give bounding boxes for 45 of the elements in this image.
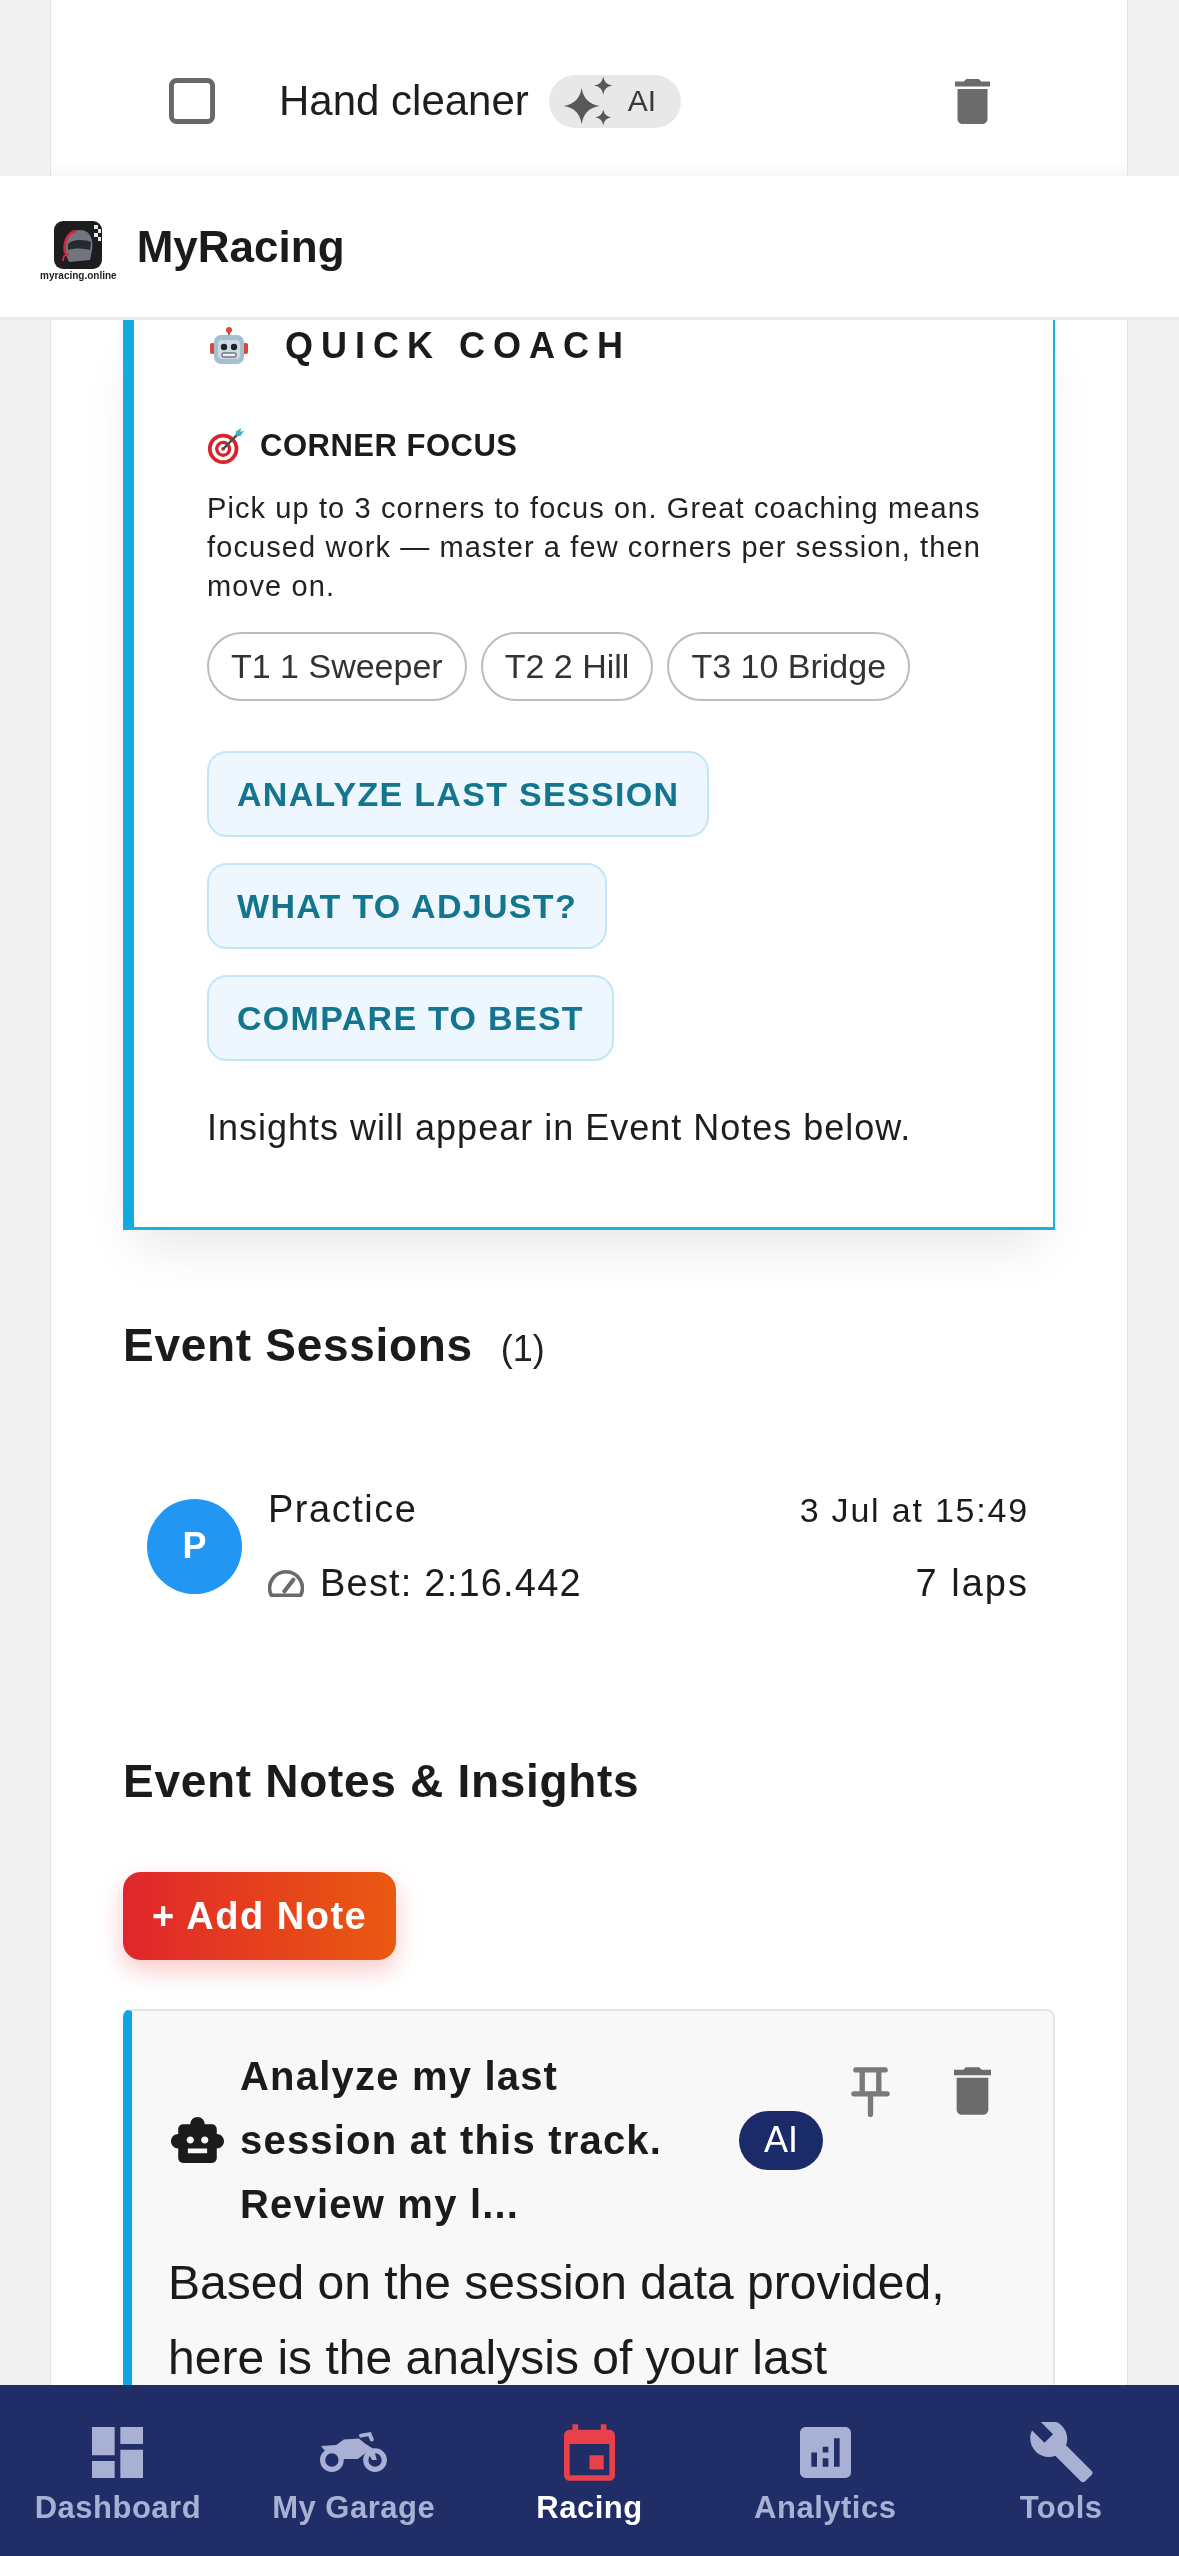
add-note-button[interactable]: + Add Note: [123, 1872, 397, 1960]
note-body: Based on the session data provided, here is the analysis of your last: [168, 2255, 946, 2385]
session-name: Practice: [268, 1487, 418, 1532]
trash-icon[interactable]: [955, 78, 990, 124]
robot-face-icon: [209, 326, 249, 366]
note-title: Analyze my last session at this track. Review my l...: [240, 2053, 664, 2228]
speedometer-icon: [268, 1568, 304, 1598]
coach-action-button[interactable]: COMPARE TO BEST: [207, 975, 614, 1061]
nav-tab[interactable]: Tools: [943, 2385, 1179, 2556]
bar-chart-icon: [799, 2426, 851, 2478]
checkbox[interactable]: [169, 78, 215, 124]
coach-action-button[interactable]: ANALYZE LAST SESSION: [207, 751, 710, 837]
robot-icon: [171, 2117, 224, 2163]
trash-icon[interactable]: [954, 2067, 991, 2115]
coach-title: QUICK COACH: [285, 325, 631, 367]
ai-badge: AI: [739, 2110, 823, 2170]
corner-chip[interactable]: T3 10 Bridge: [667, 632, 911, 701]
section-heading: Event Sessions: [123, 1319, 473, 1372]
section-heading: Event Notes & Insights: [123, 1755, 640, 1808]
section-title: CORNER FOCUS: [260, 428, 518, 464]
nav-tab[interactable]: Analytics: [707, 2385, 944, 2556]
corner-chip[interactable]: T2 2 Hill: [480, 632, 654, 701]
coach-action-button[interactable]: WHAT TO ADJUST?: [207, 863, 607, 949]
coach-footnote: Insights will appear in Event Notes below.: [207, 1106, 913, 1150]
lap-count: 7 laps: [915, 1561, 1029, 1606]
motorcycle-icon: [319, 2431, 388, 2473]
logo-caption: myracing.online: [40, 270, 117, 282]
nav-tab[interactable]: My Garage: [235, 2385, 472, 2556]
app-title: MyRacing: [136, 221, 345, 272]
session-avatar: P: [147, 1498, 242, 1594]
item-label: Hand cleaner: [279, 77, 529, 125]
coach-description: Pick up to 3 corners to focus on. Great coaching means focused work — master a few corners per session, then move on.: [207, 491, 982, 604]
dart-target-icon: [207, 427, 245, 465]
session-count: (1): [500, 1328, 545, 1370]
best-lap-time: Best: 2:16.442: [320, 1561, 582, 1606]
badge-label: AI: [627, 84, 657, 118]
dashboard-icon: [92, 2426, 144, 2478]
wrench-icon: [1029, 2422, 1093, 2482]
helmet-logo-icon: [54, 221, 103, 269]
nav-tab[interactable]: Racing: [471, 2385, 708, 2556]
session-date: 3 Jul at 15:49: [799, 1490, 1029, 1531]
pin-icon[interactable]: [851, 2067, 890, 2117]
corner-chip[interactable]: T1 1 Sweeper: [207, 632, 467, 701]
calendar-icon: [564, 2423, 615, 2481]
nav-tab[interactable]: Dashboard: [0, 2385, 236, 2556]
